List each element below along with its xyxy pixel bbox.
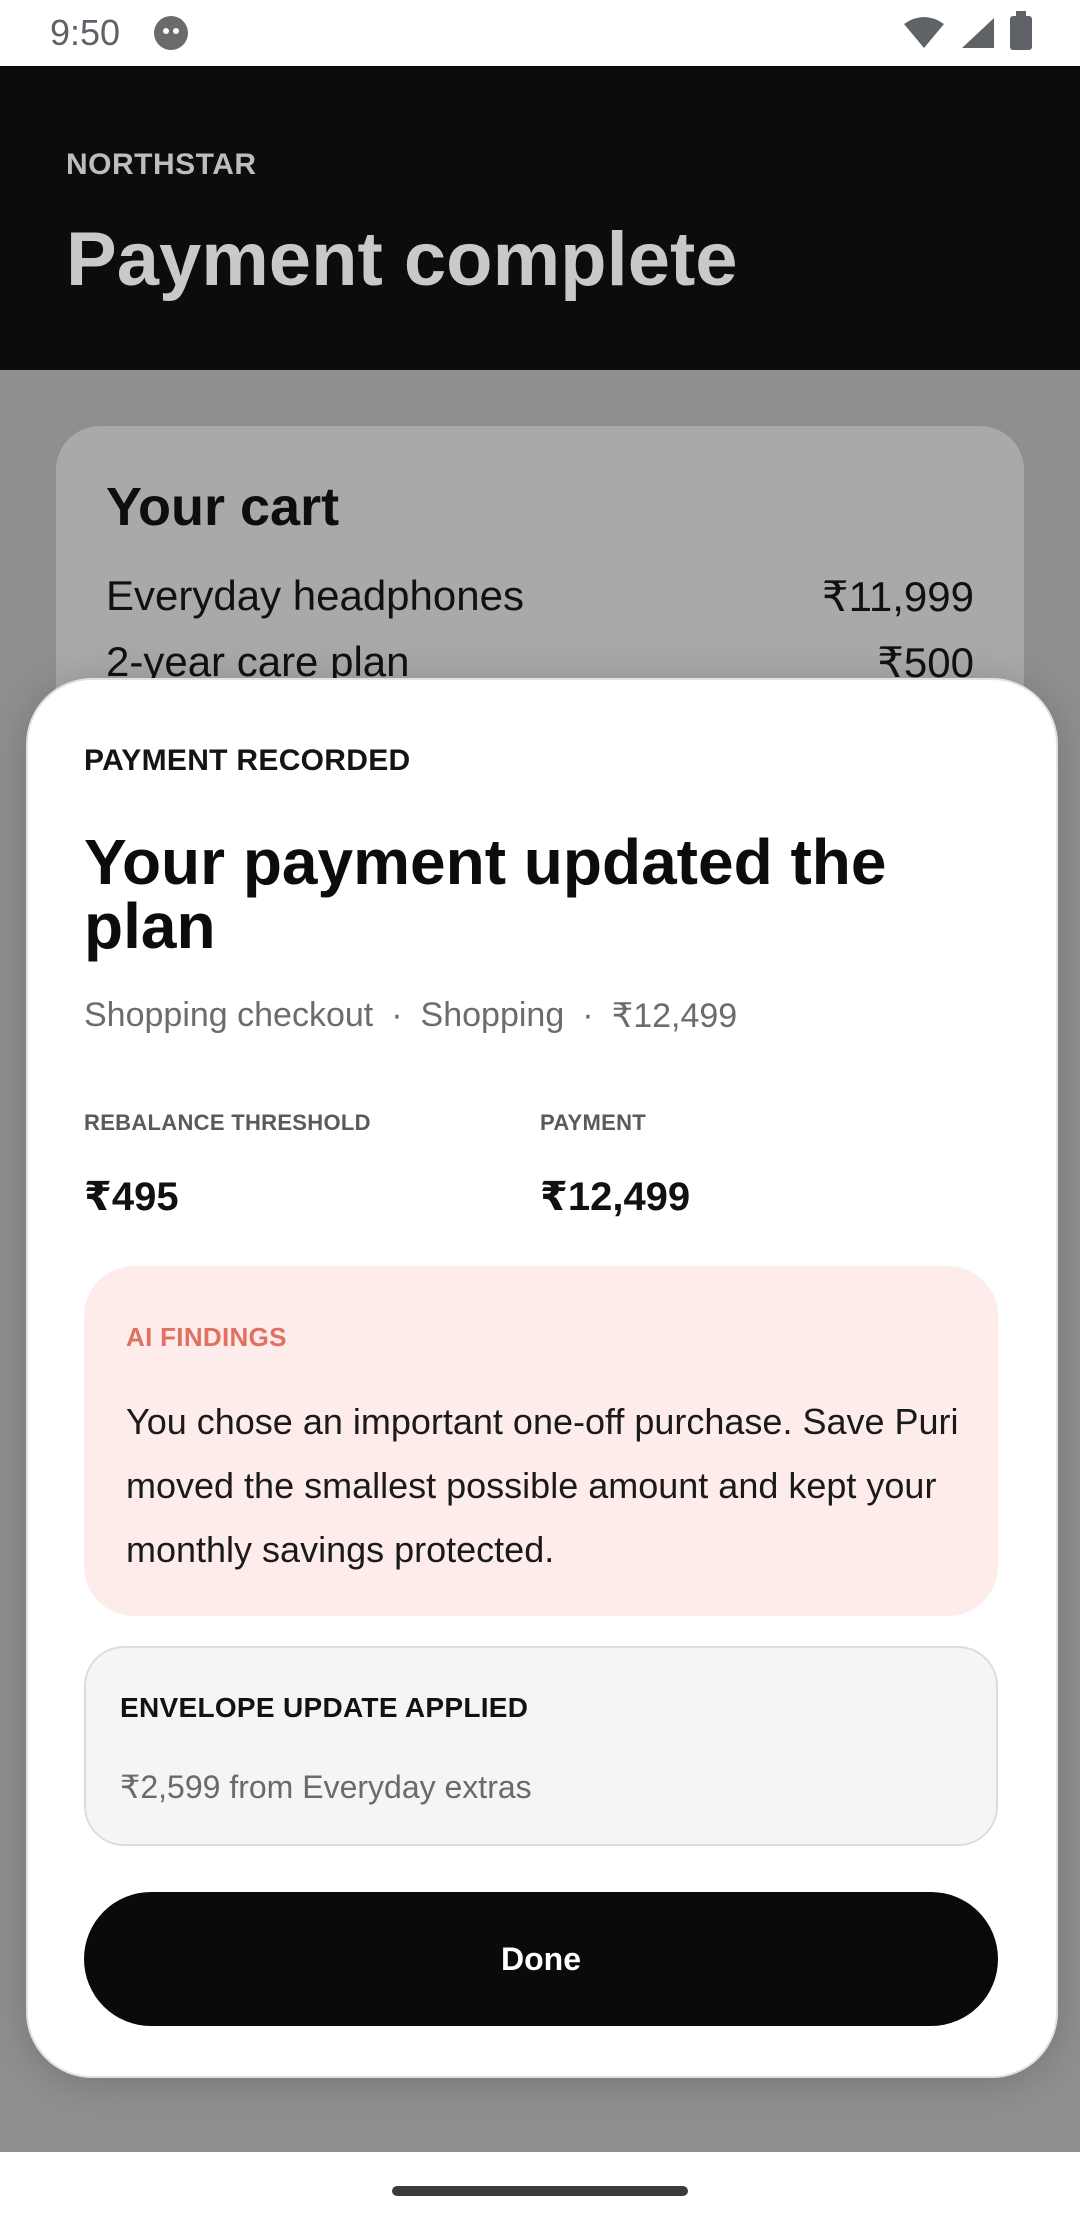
home-gesture-handle[interactable]: [392, 2186, 688, 2196]
meta-separator: ·: [391, 996, 403, 1034]
sheet-title: Your payment updated the plan: [84, 826, 887, 962]
wifi-icon: [904, 17, 944, 48]
envelope-update-card: ENVELOPE UPDATE APPLIED ₹2,599 from Ever…: [84, 1646, 998, 1846]
android-notification-icon: [154, 16, 188, 50]
stat-rebalance-threshold: REBALANCE THRESHOLD ₹495: [84, 1110, 371, 1220]
cart-title: Your cart: [106, 477, 340, 537]
envelope-update-label: ENVELOPE UPDATE APPLIED: [120, 1692, 529, 1723]
page-title: Payment complete: [66, 217, 738, 302]
meta-category: Shopping: [420, 996, 565, 1034]
ai-findings-card: AI FINDINGS You chose an important one-o…: [84, 1266, 998, 1616]
cart-item: Everyday headphones ₹11,999: [106, 572, 974, 621]
ai-findings-label: AI FINDINGS: [126, 1322, 287, 1352]
payment-meta: Shopping checkout · Shopping · ₹12,499: [84, 996, 737, 1036]
done-button[interactable]: Done: [84, 1892, 998, 2026]
cart-item-price: ₹11,999: [821, 573, 974, 620]
stat-label: REBALANCE THRESHOLD: [84, 1110, 371, 1135]
ai-findings-text: You chose an important one-off purchase.…: [126, 1401, 959, 1570]
payment-bottom-sheet: PAYMENT RECORDED Your payment updated th…: [26, 678, 1058, 2078]
brand-name: NORTHSTAR: [66, 148, 257, 181]
envelope-update-text: ₹2,599 from Everyday extras: [120, 1769, 532, 1805]
stat-payment: PAYMENT ₹12,499: [540, 1110, 690, 1220]
gesture-nav-bar: [0, 2152, 1080, 2220]
stat-value: ₹495: [84, 1175, 179, 1219]
status-icons: [902, 11, 1032, 50]
app-header: NORTHSTAR Payment complete: [0, 66, 1080, 370]
signal-icon: [962, 18, 994, 48]
meta-separator: ·: [582, 996, 594, 1034]
stat-label: PAYMENT: [540, 1110, 647, 1135]
meta-source: Shopping checkout: [84, 996, 374, 1034]
meta-amount: ₹12,499: [611, 997, 738, 1035]
status-bar: 9:50: [0, 0, 1080, 66]
cart-item-name: Everyday headphones: [106, 572, 524, 619]
battery-icon: [1010, 11, 1032, 50]
status-time: 9:50: [50, 12, 121, 53]
sheet-eyebrow: PAYMENT RECORDED: [84, 744, 411, 777]
stat-value: ₹12,499: [540, 1175, 691, 1219]
